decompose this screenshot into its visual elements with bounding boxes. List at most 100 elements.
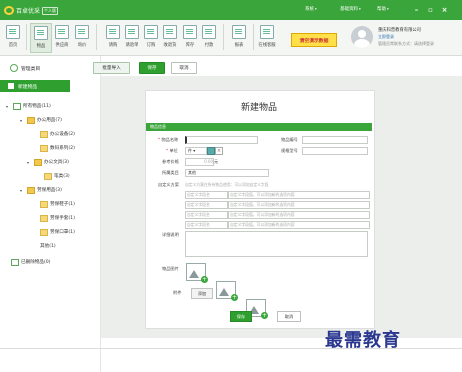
close-button[interactable]: ×	[439, 4, 450, 15]
tool-goods[interactable]: 物品	[30, 23, 52, 53]
ref-price-label: 参考价格	[162, 159, 179, 164]
new-goods-item[interactable]: 新建物品	[0, 80, 70, 92]
tree-item-deleted[interactable]: 已删除物品(0)	[11, 257, 50, 267]
spec-input[interactable]	[302, 147, 368, 155]
attach-label: 附件	[173, 290, 182, 295]
tool-stock[interactable]: 库存	[180, 23, 200, 51]
unit-select[interactable]: 件 ▾	[185, 147, 207, 155]
ref-price-input[interactable]: 0.00	[185, 158, 214, 166]
tree-item-gloves[interactable]: 劳保手套(1)	[33, 213, 75, 223]
minimize-button[interactable]: –	[411, 4, 422, 15]
tool-home[interactable]: 首页	[3, 23, 23, 51]
collapse-icon: ▾	[20, 117, 23, 123]
trash-icon	[11, 258, 19, 266]
logo-icon	[4, 6, 14, 15]
tool-request[interactable]: 请购	[103, 23, 123, 51]
tool-order[interactable]: 订购	[141, 23, 161, 51]
custom-field-name[interactable]: 自定义字段名	[185, 201, 228, 209]
tool-payment[interactable]: 付款	[199, 23, 219, 51]
tree-item-other[interactable]: 其他(1)	[33, 241, 56, 251]
supplier-icon	[55, 25, 69, 39]
tree-item-shoes[interactable]: 劳保鞋子(1)	[33, 199, 75, 209]
add-attachment-button[interactable]: 添加	[191, 288, 213, 299]
price-unit: 元	[214, 159, 219, 164]
collapse-icon: ▾	[20, 187, 23, 193]
folder-icon	[40, 228, 48, 236]
maximize-button[interactable]: ▫	[425, 4, 436, 15]
new-goods-icon	[8, 83, 14, 89]
tool-inspection[interactable]: 请验单	[122, 23, 142, 51]
name-label: * 物品名称	[158, 137, 179, 142]
tree-item-labor[interactable]: ▾ 劳保用品(3)	[20, 185, 62, 195]
add-image-icon[interactable]	[186, 263, 208, 283]
detail-label: 详细说明	[162, 232, 179, 237]
folder-icon	[13, 102, 21, 110]
custom-field-value[interactable]: 自定义字段值，可以添加新的选项内容	[228, 211, 370, 219]
gear-icon	[10, 64, 18, 72]
login-link[interactable]: 立即登录	[378, 34, 394, 40]
goods-icon	[34, 26, 48, 40]
code-input[interactable]	[302, 136, 368, 144]
tool-inquiry[interactable]: 询价	[72, 23, 92, 51]
home-icon	[6, 25, 20, 39]
form-title: 新建物品	[240, 103, 277, 113]
form-cancel-button[interactable]: 取消	[277, 311, 301, 322]
unit-label: * 单位	[166, 148, 178, 153]
toolbar-divider	[96, 24, 97, 50]
tree-item-office-equipment[interactable]: 办公设备(2)	[33, 129, 75, 139]
custom-field-value[interactable]: 自定义字段值，可以添加新的选项内容	[228, 221, 370, 229]
detail-textarea[interactable]	[185, 231, 368, 257]
custom-field-name[interactable]: 自定义字段名	[185, 211, 228, 219]
menu-system[interactable]: 系统 ▾	[305, 6, 317, 12]
category-label: 所属类目	[162, 170, 179, 175]
code-label: 物品编号	[281, 137, 298, 142]
clear-demo-data-button[interactable]: 清空演示数据	[291, 33, 337, 47]
service-icon	[260, 25, 274, 39]
menu-base-data[interactable]: 基础资料 ▾	[340, 6, 361, 12]
tool-receive[interactable]: 收退货	[160, 23, 180, 51]
tree-item-office[interactable]: ▾ 办公用品(7)	[20, 115, 62, 125]
spec-label: 规格型号	[281, 148, 298, 153]
tree-item-pens[interactable]: 笔类(3)	[44, 171, 70, 181]
save-button[interactable]: 保存	[139, 62, 165, 74]
contact-info: 管理员常联系方式：请选择登录	[378, 41, 434, 46]
logo-text: 百卓优采	[16, 8, 41, 15]
folder-icon	[27, 186, 35, 194]
section-header: 物品信息	[146, 123, 372, 131]
batch-import-button[interactable]: 批量导入	[93, 62, 130, 74]
menu-help[interactable]: 帮助 ▾	[377, 6, 389, 12]
collapse-icon: ▾	[6, 103, 9, 109]
category-select[interactable]: 其他	[185, 169, 269, 177]
cancel-button[interactable]: 取消	[171, 62, 197, 74]
unit-clear-icon[interactable]: ×	[215, 147, 223, 155]
custom-field-value[interactable]: 自定义字段值，可以添加新的选项内容	[228, 191, 370, 199]
request-icon	[106, 25, 120, 39]
form-save-button[interactable]: 保存	[230, 311, 252, 322]
toolbar-divider	[26, 24, 27, 50]
chevron-down-icon: ▾	[192, 148, 196, 153]
tree-item-digital[interactable]: 数码系列(2)	[33, 143, 75, 153]
payment-icon	[202, 25, 216, 39]
tool-report[interactable]: 报表	[229, 23, 249, 51]
name-input[interactable]	[185, 136, 258, 144]
custom-field-name[interactable]: 自定义字段名	[185, 191, 228, 199]
chevron-down-icon: ▾	[359, 7, 361, 11]
toolbar-divider	[223, 24, 224, 50]
tool-supplier[interactable]: 供应商	[52, 23, 72, 51]
unit-edit-icon[interactable]	[207, 147, 215, 155]
avatar[interactable]	[351, 26, 373, 48]
folder-icon	[27, 116, 35, 124]
tree-item-masks[interactable]: 劳保口罩(1)	[33, 227, 75, 237]
add-image-icon[interactable]	[216, 281, 238, 301]
folder-icon	[44, 172, 52, 180]
tool-service[interactable]: 在线客服	[257, 23, 277, 51]
custom-hint: 自定义方案在所有物品使用：可以添加自定义字段	[185, 182, 269, 187]
edition-badge: 个人版	[42, 6, 59, 15]
custom-field-name[interactable]: 自定义字段名	[185, 221, 228, 229]
report-icon	[232, 25, 246, 39]
custom-field-value[interactable]: 自定义字段值，可以添加新的选项内容	[228, 201, 370, 209]
tree-item-stationery[interactable]: ▾ 办公文具(3)	[27, 157, 69, 167]
manage-category-button[interactable]: 管理类目	[10, 64, 40, 72]
tree-item-all[interactable]: ▾ 所有物品(11)	[6, 101, 51, 111]
collapse-icon: ▾	[27, 159, 30, 165]
